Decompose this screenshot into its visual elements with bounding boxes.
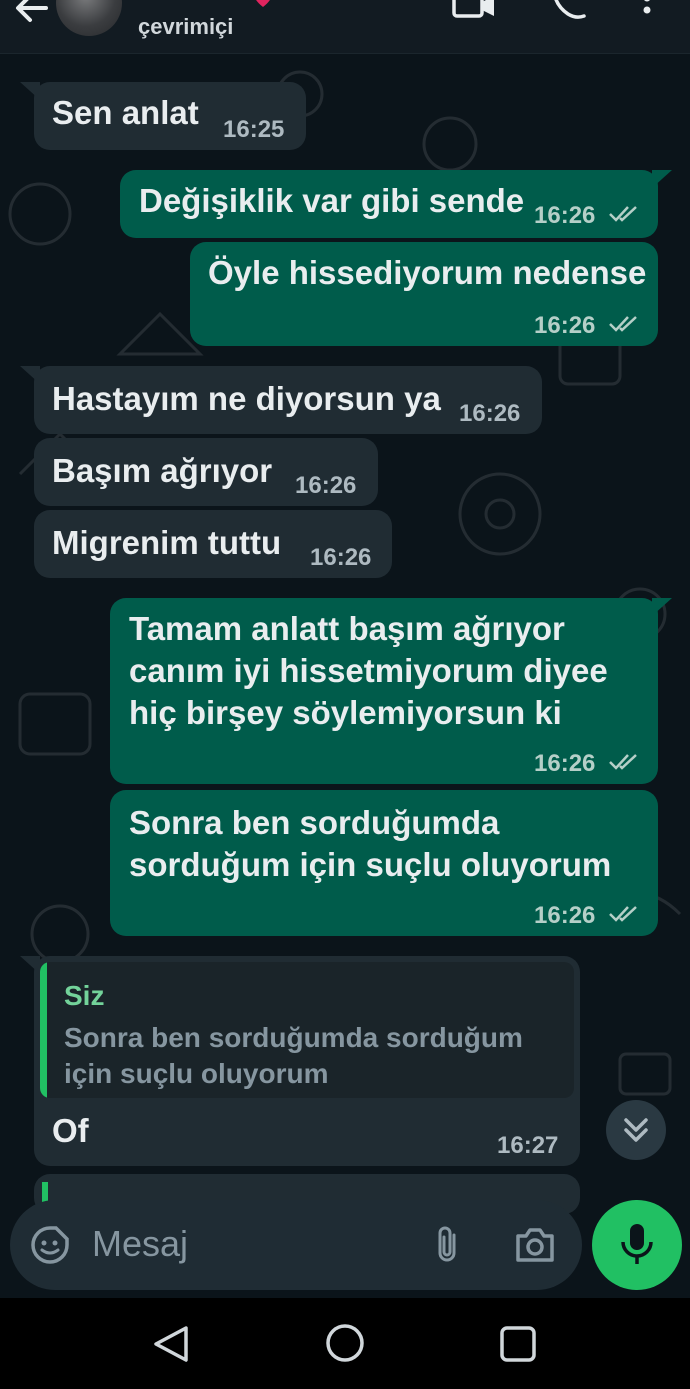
- avatar[interactable]: [56, 0, 122, 36]
- nav-back-icon[interactable]: [150, 1324, 194, 1364]
- message-bubble-outgoing[interactable]: Sonra ben sorduğumda sorduğum için suçlu…: [110, 790, 658, 936]
- read-ticks-icon: [609, 316, 637, 332]
- nav-home-icon[interactable]: [324, 1322, 366, 1364]
- message-bubble-incoming[interactable]: Başım ağrıyor 16:26: [34, 438, 378, 506]
- bubble-tail: [20, 956, 40, 974]
- message-time: 16:25: [223, 116, 285, 143]
- emoji-sticker-icon[interactable]: [30, 1225, 70, 1265]
- message-time: 16:26: [310, 544, 372, 571]
- message-bubble-outgoing[interactable]: Değişiklik var gibi sende 16:26: [120, 170, 658, 238]
- chat-header: çevrimiçi: [0, 0, 690, 54]
- chat-area[interactable]: Sen anlat 16:25 Değişiklik var gibi send…: [0, 54, 690, 1298]
- message-time: 16:26: [295, 472, 357, 499]
- message-bubble-incoming[interactable]: Hastayım ne diyorsun ya 16:26: [34, 366, 542, 434]
- message-text: Öyle hissediyorum nedense: [208, 254, 647, 291]
- system-navigation-bar: [0, 1298, 690, 1389]
- message-time: 16:26: [534, 312, 596, 339]
- video-call-icon[interactable]: [452, 0, 496, 20]
- bubble-tail: [652, 170, 672, 188]
- message-text: Of: [52, 1112, 89, 1149]
- message-text-line: canım iyi hissetmiyorum diyee: [129, 652, 608, 689]
- message-bubble-incoming-reply[interactable]: Siz Sonra ben sorduğumda sorduğum için s…: [34, 956, 580, 1166]
- quote-author: Siz: [64, 980, 105, 1011]
- voice-record-button[interactable]: [592, 1200, 682, 1290]
- read-ticks-icon: [609, 754, 637, 770]
- message-text-line: sorduğum için suçlu oluyorum: [129, 846, 612, 883]
- message-text: Hastayım ne diyorsun ya: [52, 380, 441, 417]
- message-time: 16:26: [534, 202, 596, 229]
- message-text-line: Sonra ben sorduğumda: [129, 804, 500, 841]
- message-text-line: Tamam anlatt başım ağrıyor: [129, 610, 565, 647]
- mic-icon: [621, 1224, 653, 1264]
- message-bubble-incoming[interactable]: Migrenim tuttu 16:26: [34, 510, 392, 578]
- bubble-tail: [652, 598, 672, 616]
- message-text: Başım ağrıyor: [52, 452, 273, 489]
- message-text: Migrenim tuttu: [52, 524, 282, 561]
- bubble-tail: [20, 82, 40, 100]
- attach-icon[interactable]: [432, 1225, 462, 1265]
- quote-text-line: Sonra ben sorduğumda sorduğum: [64, 1022, 523, 1053]
- quote-text: Sonra ben sorduğumda sorduğum için suçlu…: [64, 1020, 564, 1092]
- read-ticks-icon: [609, 206, 637, 222]
- scroll-to-bottom-button[interactable]: [606, 1100, 666, 1160]
- back-arrow-icon[interactable]: [12, 0, 52, 24]
- quote-accent-bar: [40, 962, 47, 1098]
- message-bubble-outgoing[interactable]: Tamam anlatt başım ağrıyor canım iyi his…: [110, 598, 658, 784]
- heart-icon: [256, 0, 270, 7]
- read-ticks-icon: [609, 906, 637, 922]
- nav-recent-apps-icon[interactable]: [498, 1324, 538, 1364]
- message-bubble-incoming[interactable]: Sen anlat 16:25: [34, 82, 306, 150]
- double-chevron-down-icon: [624, 1118, 648, 1142]
- message-text: Sen anlat: [52, 94, 199, 131]
- contact-status: çevrimiçi: [138, 14, 234, 39]
- message-time: 16:26: [459, 400, 521, 427]
- phone-icon[interactable]: [550, 0, 588, 22]
- message-text: Değişiklik var gibi sende: [139, 182, 525, 219]
- message-time: 16:27: [497, 1132, 559, 1159]
- bubble-tail: [20, 366, 40, 384]
- camera-icon[interactable]: [515, 1227, 555, 1263]
- quoted-message[interactable]: Siz Sonra ben sorduğumda sorduğum için s…: [40, 962, 574, 1098]
- message-time: 16:26: [534, 902, 596, 929]
- message-input[interactable]: Mesaj: [92, 1223, 188, 1265]
- message-text-line: hiç birşey söylemiyorsun ki: [129, 694, 562, 731]
- more-options-icon[interactable]: [640, 0, 654, 20]
- message-bubble-outgoing[interactable]: Öyle hissediyorum nedense 16:26: [190, 242, 658, 346]
- quote-text-line: için suçlu oluyorum: [64, 1058, 329, 1089]
- message-time: 16:26: [534, 750, 596, 777]
